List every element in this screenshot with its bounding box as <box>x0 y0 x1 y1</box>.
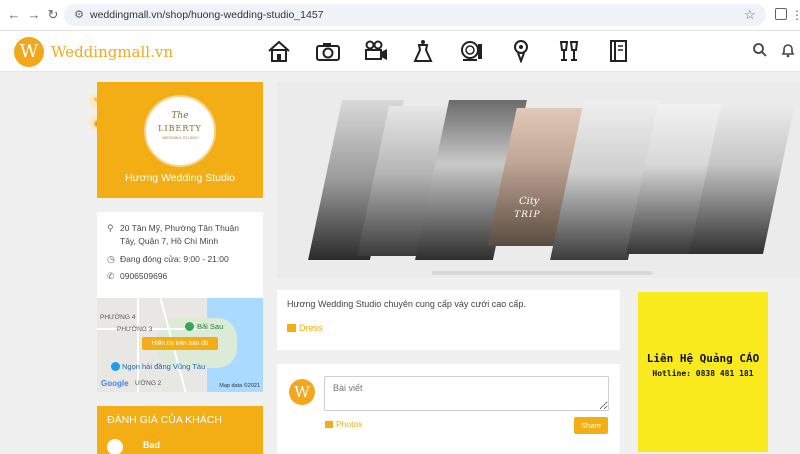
post-input[interactable] <box>324 376 609 411</box>
hours-row: ◷ Đang đóng cửa: 9:00 - 21:00 <box>107 253 229 266</box>
share-button[interactable]: Share <box>574 417 608 434</box>
phone-icon: ✆ <box>107 271 115 281</box>
user-avatar: W <box>289 379 315 405</box>
review-title: ĐÁNH GIÁ CỦA KHÁCH <box>107 414 222 426</box>
camera-icon[interactable] <box>315 39 341 63</box>
reviewer-name: Bad <box>143 440 161 450</box>
lighthouse-pin-icon <box>111 362 120 371</box>
notebook-icon[interactable] <box>605 39 631 63</box>
reviewer-avatar <box>107 439 123 454</box>
tag-dress[interactable]: Dress <box>287 323 323 333</box>
cover-photo: City TRIP <box>277 82 800 278</box>
cover-caption <box>432 271 652 275</box>
browser-menu-icon[interactable]: ⋮ <box>791 7 800 23</box>
profile-card: The LIBERTY WEDDING STUDIO Hương Wedding… <box>97 82 263 198</box>
site-logo-icon[interactable]: W <box>14 37 44 67</box>
browser-toolbar: ← → ↻ ⚙ weddingmall.vn/shop/huong-weddin… <box>0 0 800 31</box>
forward-arrow-icon[interactable]: → <box>26 7 42 23</box>
site-logo-text[interactable]: Weddingmall.vn <box>51 43 173 61</box>
home-icon[interactable] <box>266 39 292 63</box>
map-label: PHƯỜNG 4 <box>100 314 136 321</box>
address-text: 20 Tân Mỹ, Phường Tân Thuận Tây, Quận 7,… <box>120 223 240 246</box>
logo-script-text: The <box>171 111 189 121</box>
notification-bell-icon[interactable] <box>780 42 796 58</box>
tag-icon <box>287 324 296 332</box>
post-composer: W Photos Share <box>277 364 620 454</box>
description-card: Hương Wedding Studio chuyên cung cấp váy… <box>277 290 620 350</box>
google-logo: Google <box>101 379 129 388</box>
site-info-icon[interactable]: ⚙ <box>72 8 86 22</box>
map-attribution: Map data ©2021 <box>219 383 260 389</box>
studio-avatar: The LIBERTY WEDDING STUDIO <box>144 95 216 167</box>
tag-label: Dress <box>299 323 323 333</box>
site-header: W Weddingmall.vn <box>0 31 800 72</box>
park-pin-icon <box>185 322 194 331</box>
ad-title: Liên Hệ Quảng CÁO <box>646 352 760 365</box>
video-camera-icon[interactable] <box>363 39 389 63</box>
review-card: ĐÁNH GIÁ CỦA KHÁCH Bad <box>97 406 263 454</box>
info-card: ⚲ 20 Tân Mỹ, Phường Tân Thuận Tây, Quận … <box>97 212 263 298</box>
map-road <box>137 298 139 392</box>
back-arrow-icon[interactable]: ← <box>6 7 22 23</box>
description-text: Hương Wedding Studio chuyên cung cấp váy… <box>287 299 526 309</box>
cover-overlay-text: TRIP <box>512 210 542 220</box>
reload-icon[interactable]: ↻ <box>45 7 61 23</box>
clock-icon: ◷ <box>107 254 115 264</box>
location-map[interactable]: PHƯỜNG 4 PHƯỜNG 3 Bãi Sau Hiển thị trên … <box>97 298 263 392</box>
champagne-icon[interactable] <box>556 39 582 63</box>
ad-hotline: Hotline: 0838 481 181 <box>652 369 754 378</box>
logo-sub-text: WEDDING STUDIO <box>162 135 198 140</box>
map-label: Ngọn hải đăng Vũng Tàu <box>122 362 206 371</box>
bookmark-star-icon[interactable]: ☆ <box>744 7 756 23</box>
image-icon <box>325 421 333 428</box>
cover-overlay-text: City <box>517 196 541 207</box>
show-on-map-button[interactable]: Hiển thị trên bản đồ <box>142 337 218 350</box>
map-label: ƯỜNG 2 <box>135 380 162 387</box>
logo-word-text: LIBERTY <box>158 124 202 133</box>
map-label: PHƯỜNG 3 <box>117 326 153 333</box>
studio-name: Hương Wedding Studio <box>124 172 236 184</box>
add-photos-button[interactable]: Photos <box>325 419 362 429</box>
address-row: ⚲ 20 Tân Mỹ, Phường Tân Thuận Tây, Quận … <box>107 222 257 248</box>
photos-label: Photos <box>336 419 363 429</box>
search-icon[interactable] <box>752 42 768 58</box>
phone-row: ✆ 0906509696 <box>107 270 167 283</box>
extension-icon[interactable] <box>775 8 787 20</box>
url-text[interactable]: weddingmall.vn/shop/huong-wedding-studio… <box>90 8 324 22</box>
map-label: Bãi Sau <box>197 322 224 331</box>
bouquet-icon[interactable] <box>508 39 534 64</box>
location-pin-icon: ⚲ <box>107 223 114 233</box>
phone-text[interactable]: 0906509696 <box>120 270 167 283</box>
address-bar[interactable]: ⚙ weddingmall.vn/shop/huong-wedding-stud… <box>64 4 766 26</box>
makeup-icon[interactable] <box>459 39 485 63</box>
ad-banner[interactable]: Liên Hệ Quảng CÁO Hotline: 0838 481 181 <box>638 292 768 452</box>
hours-text: Đang đóng cửa: 9:00 - 21:00 <box>120 254 229 264</box>
dress-icon[interactable] <box>410 39 436 63</box>
